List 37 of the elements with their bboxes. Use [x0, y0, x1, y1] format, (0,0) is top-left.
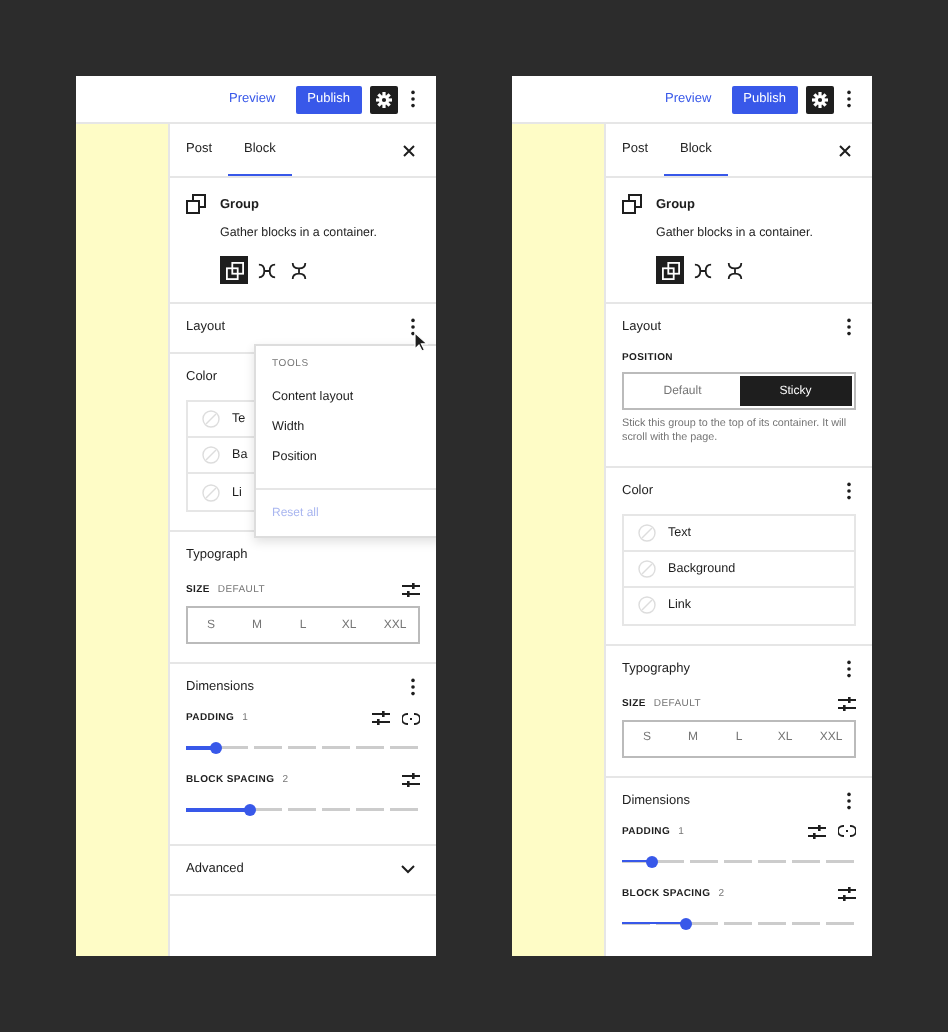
- empty-swatch-icon[interactable]: [638, 523, 656, 542]
- close-icon: [402, 143, 416, 157]
- empty-swatch-icon[interactable]: [202, 446, 220, 464]
- sliders-icon[interactable]: [838, 885, 856, 902]
- options-button[interactable]: [842, 789, 856, 812]
- settings-button[interactable]: [370, 85, 398, 113]
- sliders-icon[interactable]: [372, 710, 390, 726]
- slider-thumb[interactable]: [210, 742, 223, 754]
- options-button[interactable]: [406, 316, 420, 338]
- group-icon: [622, 194, 642, 214]
- unlink-icon[interactable]: [402, 711, 420, 725]
- options-button[interactable]: [842, 316, 856, 338]
- settings-button[interactable]: [806, 85, 834, 113]
- options-button[interactable]: [406, 676, 420, 698]
- empty-swatch-icon[interactable]: [202, 410, 220, 428]
- gear-icon: [812, 91, 828, 107]
- slider-thumb[interactable]: [679, 917, 692, 930]
- empty-swatch-icon[interactable]: [638, 596, 656, 615]
- slider-thumb[interactable]: [243, 804, 256, 816]
- gear-icon: [376, 91, 392, 107]
- options-button[interactable]: [842, 88, 856, 110]
- sliders-icon[interactable]: [402, 772, 420, 788]
- options-button[interactable]: [842, 657, 856, 680]
- group-icon: [186, 194, 206, 214]
- chevron-button[interactable]: [396, 862, 420, 876]
- sliders-icon[interactable]: [838, 695, 856, 712]
- slider-thumb[interactable]: [646, 855, 659, 868]
- close-icon: [838, 143, 852, 157]
- empty-swatch-icon[interactable]: [638, 559, 656, 578]
- variation-button[interactable]: [220, 256, 248, 284]
- variation-button[interactable]: [656, 256, 684, 284]
- sliders-icon[interactable]: [808, 823, 826, 840]
- unlink-icon[interactable]: [838, 824, 856, 839]
- options-button[interactable]: [406, 88, 420, 110]
- empty-swatch-icon[interactable]: [202, 483, 220, 501]
- sliders-icon[interactable]: [402, 582, 420, 598]
- options-button[interactable]: [842, 479, 856, 502]
